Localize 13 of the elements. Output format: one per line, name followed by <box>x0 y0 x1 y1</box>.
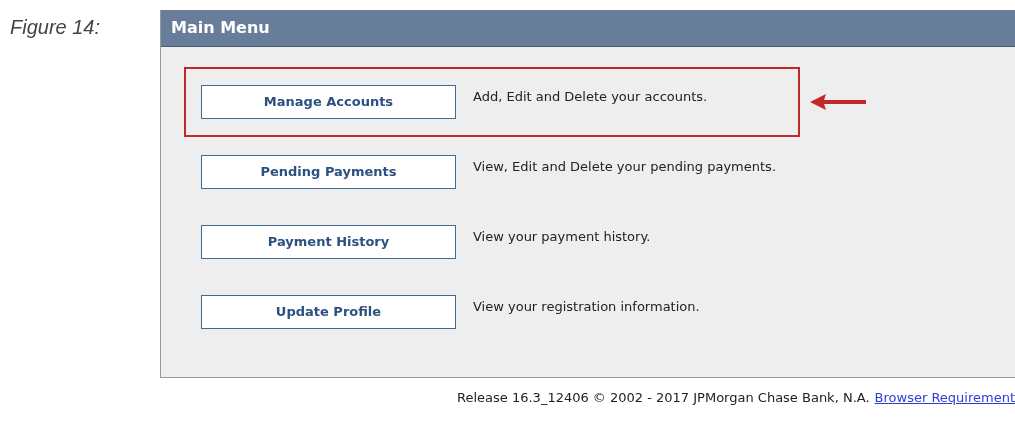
menu-description: View your payment history. <box>473 228 651 247</box>
menu-description: Add, Edit and Delete your accounts. <box>473 88 708 107</box>
browser-requirements-link[interactable]: Browser Requirement <box>874 388 1015 408</box>
menu-description: View, Edit and Delete your pending payments. <box>473 158 776 177</box>
menu-description: View your registration information. <box>473 298 700 317</box>
footer-text: Release 16.3_12406 © 2002 - 2017 JPMorgan Chase Bank, N.A. <box>457 389 870 407</box>
menu-button[interactable]: Update Profile <box>201 295 456 329</box>
figure-caption: Figure 14: <box>10 16 101 38</box>
menu-button[interactable]: Manage Accounts <box>201 85 456 119</box>
arrow-icon <box>810 94 866 110</box>
menu-button[interactable]: Payment History <box>201 225 456 259</box>
panel-title: Main Menu <box>171 17 270 39</box>
menu-button[interactable]: Pending Payments <box>201 155 456 189</box>
